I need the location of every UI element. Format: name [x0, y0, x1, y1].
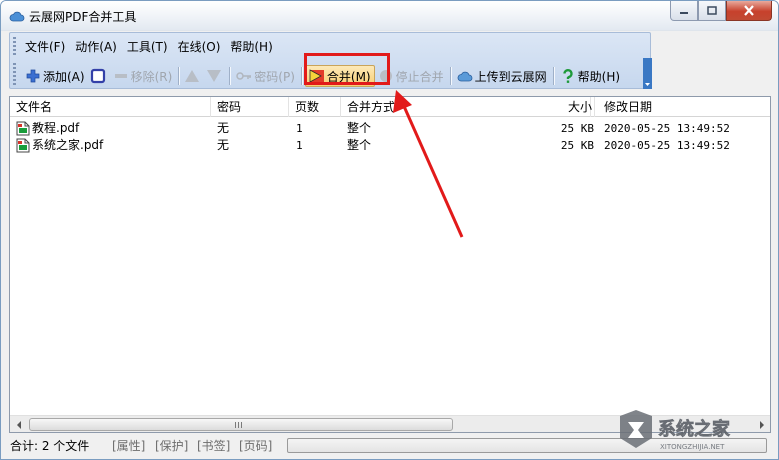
file-name: 系统之家.pdf [32, 138, 104, 152]
help-button[interactable]: 帮助(H) [557, 65, 623, 87]
watermark-logo: 系统之家 XITONGZHIJIA.NET [620, 410, 731, 451]
title-bar[interactable]: 云展网PDF合并工具 [1, 1, 778, 31]
window-controls [670, 1, 772, 21]
maximize-icon [707, 6, 717, 15]
add-label: 添加(A) [43, 69, 85, 84]
toolbar-separator [300, 67, 302, 85]
menu-help[interactable]: 帮助(H) [229, 39, 273, 55]
file-size: 25 KB [560, 139, 594, 152]
stop-merge-label: 停止合并 [395, 69, 444, 84]
file-modified: 2020-05-25 13:49:52 [604, 139, 730, 152]
pdf-file-icon [16, 138, 30, 153]
add-button[interactable]: 添加(A) [22, 65, 88, 87]
select-frame-button[interactable] [88, 65, 110, 87]
file-modified: 2020-05-25 13:49:52 [604, 122, 730, 135]
toolbar-separator [229, 67, 231, 85]
toolbar-separator [449, 67, 451, 85]
maximize-button[interactable] [698, 1, 726, 21]
password-label: 密码(P) [254, 69, 295, 84]
frame-square-icon [90, 68, 105, 84]
cloud-logo-icon [9, 11, 25, 22]
help-label: 帮助(H) [577, 69, 621, 84]
move-down-button[interactable] [204, 65, 226, 87]
column-header-modified[interactable]: 修改日期 [598, 97, 770, 117]
scroll-left-button[interactable] [10, 416, 27, 433]
toolbar-separator [178, 67, 180, 85]
move-up-button[interactable] [182, 65, 204, 87]
status-protect[interactable]: [保护] [155, 438, 188, 454]
add-plus-icon [26, 69, 40, 83]
list-header: 文件名 密码 页数 合并方式 大小 修改日期 [10, 97, 770, 117]
status-total: 合计: 2 个文件 [10, 439, 90, 453]
svg-text:系统之家: 系统之家 [658, 418, 731, 440]
status-page[interactable]: [页码] [239, 438, 272, 454]
table-row[interactable]: 系统之家.pdf 无 1 整个 25 KB 2020-05-25 13:49:5… [10, 137, 770, 154]
window-title: 云展网PDF合并工具 [29, 10, 137, 24]
column-header-password[interactable]: 密码 [211, 97, 289, 117]
file-password: 无 [217, 138, 230, 152]
merge-highlight-box [304, 53, 390, 85]
file-password: 无 [217, 121, 230, 135]
minus-icon [114, 74, 127, 78]
file-pages: 1 [296, 122, 303, 135]
help-question-icon [562, 69, 573, 83]
remove-button[interactable]: 移除(R) [110, 65, 176, 87]
file-mode: 整个 [347, 121, 372, 135]
scroll-thumb-grip [235, 422, 243, 428]
status-properties[interactable]: [属性] [112, 438, 145, 454]
file-list[interactable]: 文件名 密码 页数 合并方式 大小 修改日期 教程.pdf 无 1 整个 25 … [9, 96, 771, 433]
close-icon [744, 5, 754, 16]
file-size: 25 KB [560, 122, 594, 135]
minimize-button[interactable] [670, 1, 698, 21]
menu-tools[interactable]: 工具(T) [126, 39, 169, 55]
menu-file[interactable]: 文件(F) [24, 39, 66, 55]
cloud-upload-icon [457, 71, 472, 82]
status-bookmark[interactable]: [书签] [197, 438, 230, 454]
column-header-name[interactable]: 文件名 [10, 97, 211, 117]
password-button[interactable]: 密码(P) [233, 65, 298, 87]
upload-button[interactable]: 上传到云展网 [454, 65, 550, 87]
menu-online[interactable]: 在线(O) [177, 39, 222, 55]
toolbar-separator [552, 67, 554, 85]
svg-text:XITONGZHIJIA.NET: XITONGZHIJIA.NET [660, 443, 725, 451]
menu-bar: 文件(F) 动作(A) 工具(T) 在线(O) 帮助(H) [24, 39, 282, 55]
key-icon [236, 72, 252, 80]
menubar-grip[interactable] [13, 37, 16, 55]
remove-label: 移除(R) [130, 69, 173, 84]
column-header-mode[interactable]: 合并方式 [341, 97, 591, 117]
toolbar-overflow-chevron[interactable] [643, 58, 652, 89]
file-mode: 整个 [347, 138, 372, 152]
pdf-file-icon [16, 121, 30, 136]
toolbar-grip[interactable] [13, 63, 16, 85]
column-header-pages[interactable]: 页数 [289, 97, 341, 117]
menu-action[interactable]: 动作(A) [74, 39, 118, 55]
chevron-left-icon [16, 420, 21, 429]
column-header-size[interactable]: 大小 [555, 97, 595, 117]
arrow-up-icon [185, 70, 200, 82]
upload-label: 上传到云展网 [474, 69, 547, 84]
file-pages: 1 [296, 139, 303, 152]
arrow-down-icon [207, 70, 222, 82]
minimize-icon [680, 11, 688, 14]
file-name: 教程.pdf [32, 121, 80, 135]
close-button[interactable] [726, 1, 772, 21]
table-row[interactable]: 教程.pdf 无 1 整个 25 KB 2020-05-25 13:49:52 [10, 120, 770, 137]
scroll-thumb[interactable] [29, 418, 453, 431]
